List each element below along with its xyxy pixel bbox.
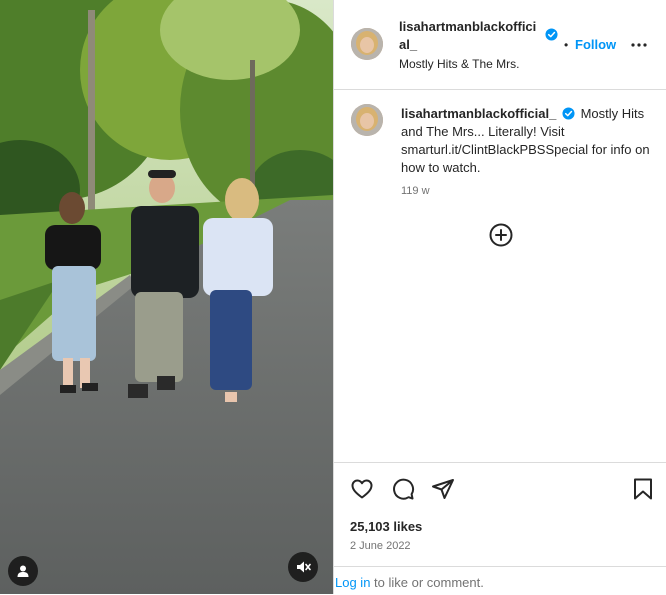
post-date[interactable]: 2 June 2022 (350, 540, 411, 552)
login-link[interactable]: Log in (335, 575, 370, 590)
avatar[interactable] (351, 28, 383, 60)
avatar-image (351, 28, 383, 60)
avatar-image (351, 104, 383, 136)
post-details-panel: lisahartmanblackoffici al_ • Follow Most… (333, 0, 666, 594)
bookmark-icon[interactable] (631, 477, 655, 501)
header-username[interactable]: lisahartmanblackoffici (399, 19, 536, 34)
post-actions: 25,103 likes 2 June 2022 (334, 462, 666, 567)
mute-toggle-button[interactable] (288, 552, 318, 582)
login-prompt-text: Log in to like or comment. (335, 575, 484, 590)
verified-badge-icon (562, 107, 575, 120)
video-frame (0, 0, 333, 594)
audio-label[interactable]: Mostly Hits & The Mrs. (399, 57, 519, 71)
post-media[interactable] (0, 0, 333, 594)
login-rest: to like or comment. (370, 575, 484, 590)
login-prompt: Log in to like or comment. (334, 566, 666, 595)
caption-age: 119 w (401, 185, 430, 197)
more-options-icon[interactable] (630, 36, 648, 54)
follow-button[interactable]: Follow (575, 37, 616, 52)
comment-icon[interactable] (391, 477, 415, 501)
caption-username[interactable]: lisahartmanblackofficial_ (401, 106, 556, 121)
heart-icon[interactable] (350, 477, 374, 501)
likes-count[interactable]: 25,103 likes (350, 519, 422, 534)
caption: lisahartmanblackofficial_ Mostly Hits an… (401, 105, 657, 177)
plus-circle-icon[interactable] (489, 223, 513, 247)
header-username-cont[interactable]: al_ (399, 37, 417, 52)
header-username-block: lisahartmanblackoffici al_ (399, 18, 564, 54)
muted-audio-icon (297, 561, 311, 573)
separator-dot: • (564, 38, 569, 52)
tagged-users-button[interactable] (8, 556, 38, 586)
caption-avatar[interactable] (351, 104, 383, 136)
share-icon[interactable] (431, 477, 455, 501)
post-header: lisahartmanblackoffici al_ • Follow Most… (334, 0, 666, 90)
verified-badge-icon (545, 28, 558, 41)
user-tag-icon (17, 565, 29, 577)
